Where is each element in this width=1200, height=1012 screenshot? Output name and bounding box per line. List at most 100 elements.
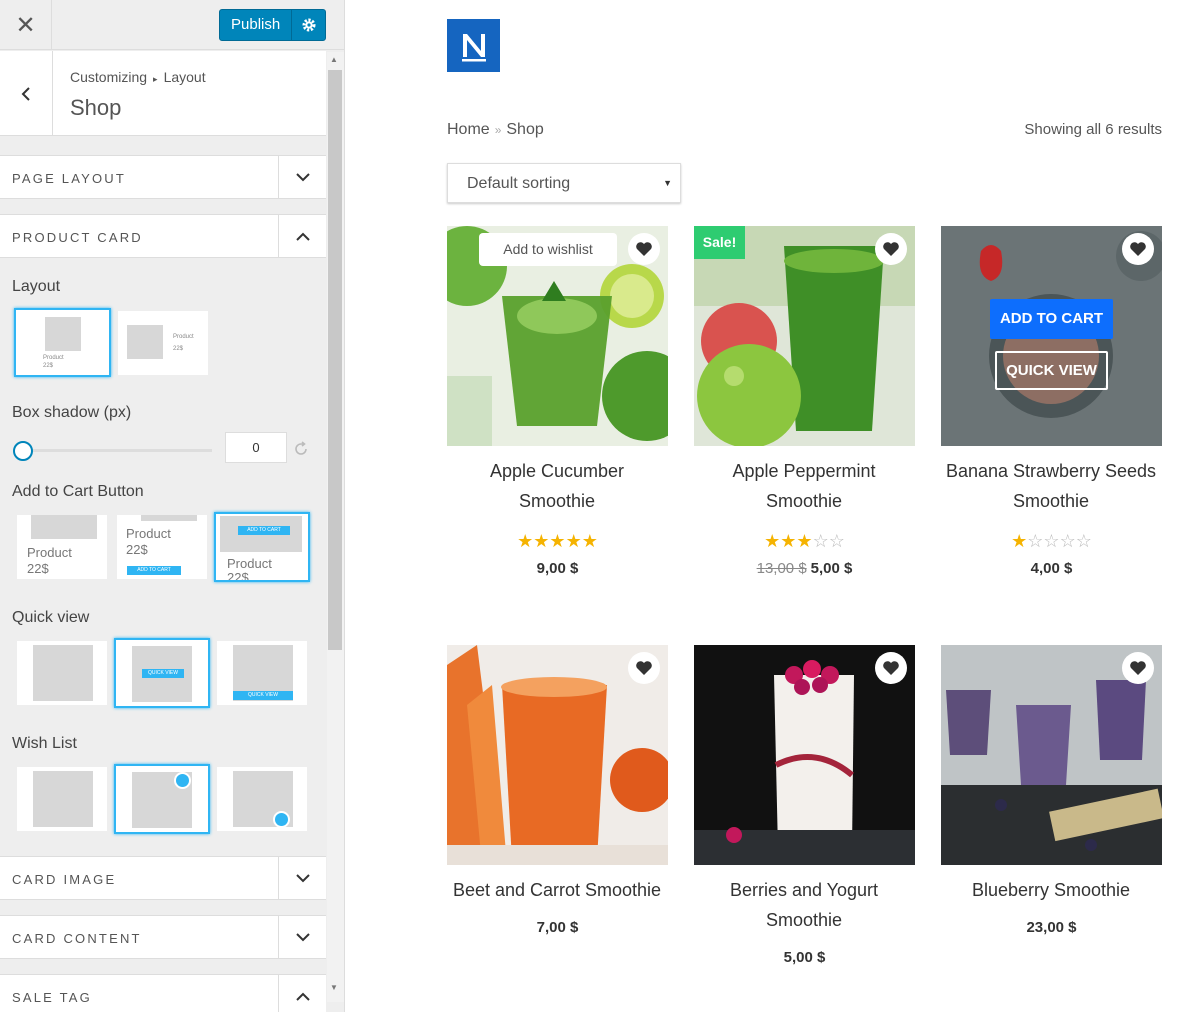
- product-rating: ★☆☆☆☆: [941, 531, 1162, 552]
- section-product-card[interactable]: PRODUCT CARD: [0, 214, 326, 258]
- box-shadow-slider-track[interactable]: [22, 449, 212, 452]
- atc-opt-product: Product: [27, 545, 72, 560]
- heart-icon: [883, 242, 899, 256]
- atc-option-none[interactable]: Product 22$: [16, 514, 108, 580]
- layout-option-side[interactable]: Product 22$: [117, 310, 209, 376]
- product-title[interactable]: Apple Cucumber: [437, 456, 677, 486]
- panel-title: Shop: [70, 95, 122, 120]
- close-button[interactable]: ✕: [0, 0, 52, 50]
- star-icon: ★★★: [764, 531, 813, 551]
- sale-badge: Sale!: [694, 226, 745, 259]
- customizer-sidebar: ✕ Publish Customizing ▸ Layout Shop PAGE L…: [0, 0, 345, 1012]
- product-price: 23,00 $: [1026, 919, 1077, 936]
- star-empty-icon: ☆☆: [812, 531, 845, 551]
- quick-view-button[interactable]: QUICK VIEW: [995, 351, 1108, 390]
- product-price: 5,00 $: [783, 949, 826, 966]
- product-price: 13,00 $5,00 $: [694, 560, 915, 577]
- quick-view-label: Quick view: [12, 609, 90, 626]
- wishlist-button[interactable]: [875, 233, 907, 265]
- chevron-down-icon[interactable]: [278, 916, 326, 958]
- publish-settings-button[interactable]: [291, 10, 325, 40]
- layout-opt-product: Product: [43, 355, 64, 361]
- product-title[interactable]: Beet and Carrot Smoothie: [437, 875, 677, 905]
- atc-opt-button: ADD TO CART: [127, 566, 181, 575]
- atc-option-below[interactable]: Product 22$ ADD TO CART: [116, 514, 208, 580]
- section-page-layout[interactable]: PAGE LAYOUT: [0, 155, 326, 199]
- customizer-topbar: ✕ Publish: [0, 0, 344, 50]
- wish-list-label: Wish List: [12, 735, 77, 752]
- layout-opt-price: 22$: [43, 363, 54, 369]
- current-price: 5,00 $: [810, 560, 853, 577]
- product-price: 7,00 $: [536, 919, 579, 936]
- product-title[interactable]: Blueberry Smoothie: [931, 875, 1171, 905]
- section-card-content[interactable]: CARD CONTENT: [0, 915, 326, 959]
- quickview-option-none[interactable]: [16, 640, 108, 706]
- chevron-up-icon[interactable]: [278, 215, 326, 257]
- old-price: 13,00 $: [756, 560, 807, 577]
- section-title: CARD CONTENT: [12, 931, 142, 946]
- back-button[interactable]: [0, 51, 53, 136]
- chevron-down-icon[interactable]: [278, 857, 326, 899]
- product-price: 4,00 $: [1030, 560, 1073, 577]
- quickview-option-bottom[interactable]: QUICK VIEW: [216, 640, 308, 706]
- sorting-select[interactable]: Default sorting ▼: [447, 163, 681, 203]
- product-title-line2[interactable]: Smoothie: [931, 486, 1171, 516]
- atc-opt-price: 22$: [126, 542, 148, 557]
- heart-icon: [883, 661, 899, 675]
- heart-icon: [1130, 661, 1146, 675]
- layout-label: Layout: [12, 278, 61, 295]
- section-title: SALE TAG: [12, 990, 92, 1005]
- section-card-image[interactable]: CARD IMAGE: [0, 856, 326, 900]
- image-placeholder-icon: [141, 515, 197, 521]
- breadcrumb-current: Shop: [506, 121, 544, 138]
- heart-icon: [1130, 242, 1146, 256]
- qv-opt-button: QUICK VIEW: [233, 691, 293, 700]
- wishlist-button[interactable]: [1122, 652, 1154, 684]
- close-icon: ✕: [15, 11, 36, 39]
- layout-opt-price: 22$: [173, 346, 184, 352]
- star-icon: ★★★★★: [517, 531, 598, 551]
- layout-option-stacked[interactable]: Product 22$: [14, 308, 111, 377]
- section-title: PRODUCT CARD: [12, 230, 143, 245]
- wishlist-button[interactable]: [628, 233, 660, 265]
- wishlist-option-top[interactable]: [114, 764, 210, 834]
- chevron-down-icon[interactable]: [278, 156, 326, 198]
- product-title-line2[interactable]: Smoothie: [684, 486, 924, 516]
- section-title: PAGE LAYOUT: [12, 171, 127, 186]
- product-title-line2[interactable]: Smoothie: [684, 905, 924, 935]
- product-title[interactable]: Apple Peppermint: [684, 456, 924, 486]
- sidebar-scrollbar-thumb[interactable]: [328, 70, 342, 650]
- product-price: 9,00 $: [536, 560, 579, 577]
- add-to-cart-button[interactable]: ADD TO CART: [990, 299, 1113, 339]
- box-shadow-slider-handle[interactable]: [13, 441, 33, 461]
- scroll-up-icon[interactable]: ▲: [330, 55, 338, 64]
- heart-icon: [636, 242, 652, 256]
- publish-button-group: Publish: [219, 9, 327, 41]
- wishlist-button[interactable]: [875, 652, 907, 684]
- wishlist-option-none[interactable]: [16, 766, 108, 832]
- reset-icon[interactable]: [293, 441, 309, 462]
- heart-icon: [174, 772, 191, 789]
- star-icon: ★: [1011, 531, 1028, 551]
- section-sale-tag[interactable]: SALE TAG: [0, 974, 326, 1012]
- heart-icon: [636, 661, 652, 675]
- site-logo[interactable]: [447, 19, 500, 72]
- atc-opt-product: Product: [126, 526, 171, 541]
- crumb-arrow-icon: ▸: [153, 74, 158, 84]
- breadcrumb-home[interactable]: Home: [447, 121, 490, 138]
- publish-button[interactable]: Publish: [220, 10, 291, 40]
- wishlist-option-bottom[interactable]: [216, 766, 308, 832]
- atc-option-overlay[interactable]: ADD TO CART Product 22$: [214, 512, 310, 582]
- image-placeholder-icon: [45, 317, 81, 351]
- wishlist-button[interactable]: [1122, 233, 1154, 265]
- product-title[interactable]: Banana Strawberry Seeds: [931, 456, 1171, 486]
- box-shadow-input[interactable]: 0: [225, 432, 287, 463]
- sorting-value: Default sorting: [467, 175, 571, 192]
- product-title[interactable]: Berries and Yogurt: [684, 875, 924, 905]
- wishlist-button[interactable]: [628, 652, 660, 684]
- chevron-up-icon[interactable]: [278, 975, 326, 1012]
- product-title-line2[interactable]: Smoothie: [437, 486, 677, 516]
- scroll-down-icon[interactable]: ▼: [330, 983, 338, 992]
- quickview-option-center[interactable]: QUICK VIEW: [114, 638, 210, 708]
- image-placeholder-icon: [33, 771, 93, 827]
